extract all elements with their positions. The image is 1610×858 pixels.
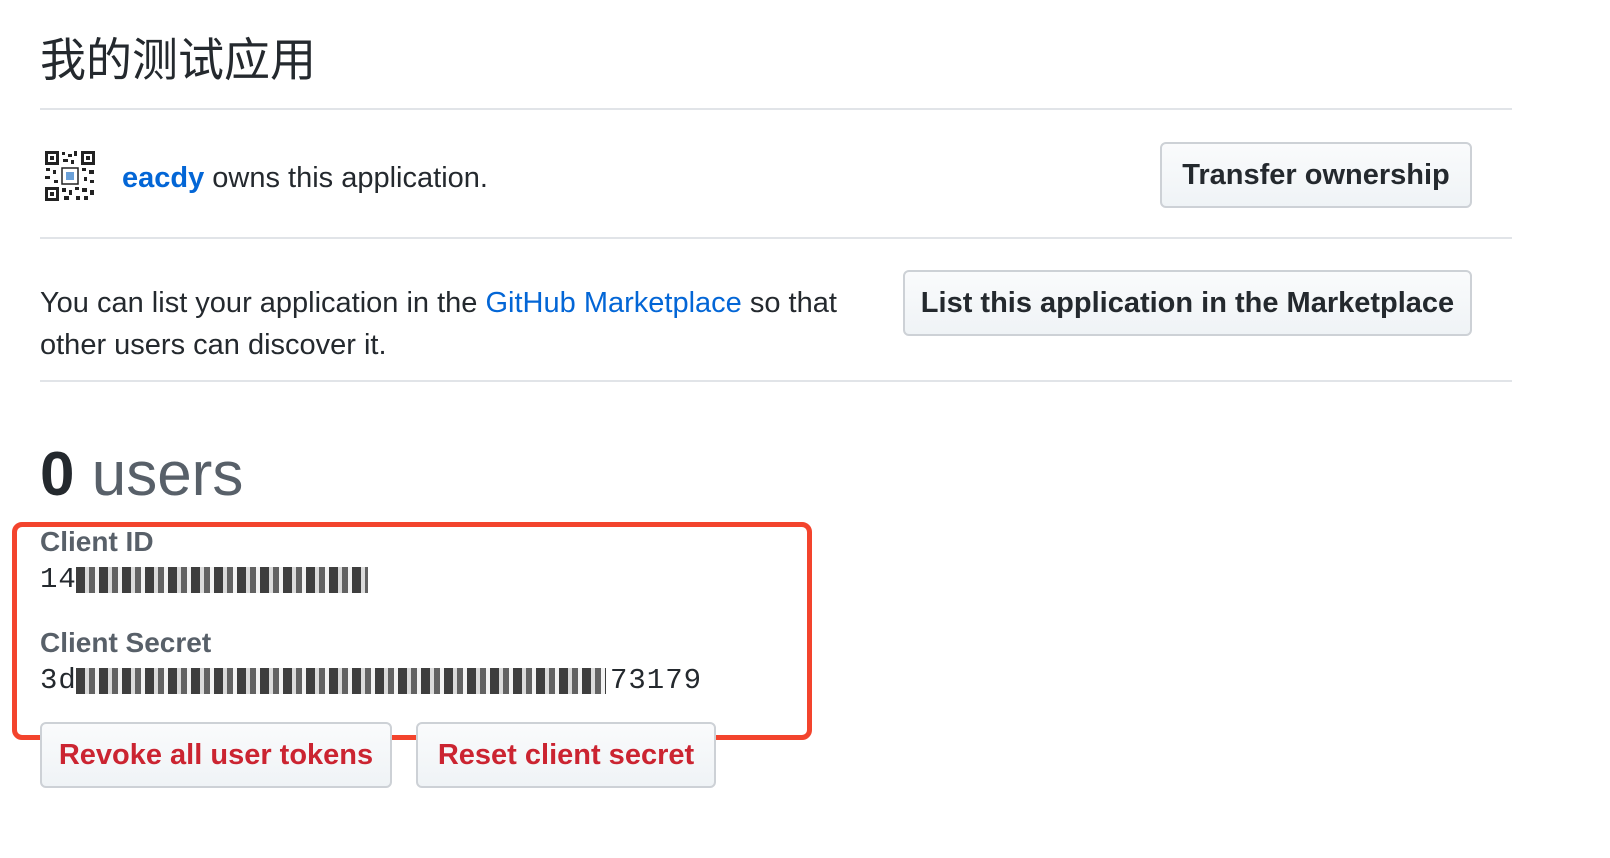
marketplace-description: You can list your application in the Git… [40, 282, 900, 366]
users-count-number: 0 [40, 440, 75, 509]
divider [40, 108, 1512, 110]
owner-statement: eacdy owns this application. [122, 158, 488, 198]
owner-username-link[interactable]: eacdy [122, 162, 204, 194]
client-secret-value[interactable]: 3d [40, 663, 77, 699]
client-secret-redaction [76, 668, 606, 694]
client-secret-visible-prefix: 3d [40, 664, 77, 697]
revoke-all-user-tokens-button[interactable]: Revoke all user tokens [40, 722, 392, 788]
page-title: 我的测试应用 [40, 33, 316, 87]
list-in-marketplace-button[interactable]: List this application in the Marketplace [903, 270, 1472, 336]
transfer-ownership-button[interactable]: Transfer ownership [1160, 142, 1472, 208]
users-count-label: users [74, 440, 244, 509]
users-count-heading: 0 users [40, 440, 243, 510]
client-secret-visible-suffix: 73179 [610, 664, 703, 697]
client-secret-label: Client Secret [40, 627, 212, 658]
marketplace-text-before: You can list your application in the [40, 287, 486, 319]
client-id-value[interactable]: 14 [40, 562, 77, 598]
client-id-redaction [76, 567, 368, 593]
client-id-label: Client ID [40, 526, 154, 557]
qr-code-avatar-icon[interactable] [44, 150, 96, 202]
client-id-visible-prefix: 14 [40, 563, 77, 596]
reset-client-secret-button[interactable]: Reset client secret [416, 722, 716, 788]
owner-suffix: owns this application. [204, 162, 488, 194]
github-marketplace-link[interactable]: GitHub Marketplace [486, 287, 742, 319]
divider [40, 237, 1512, 239]
divider [40, 380, 1512, 382]
